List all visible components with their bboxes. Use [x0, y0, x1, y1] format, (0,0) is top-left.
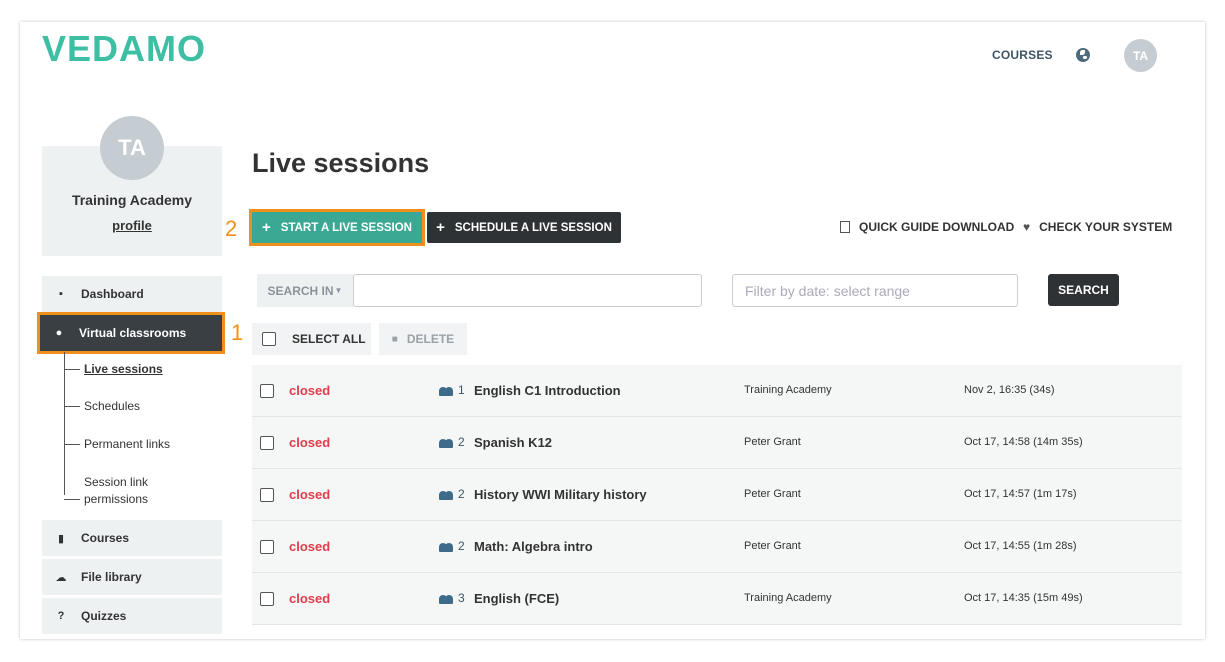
session-name[interactable]: History WWI Military history — [474, 487, 647, 502]
sidebar-item-label: Courses — [81, 531, 130, 545]
globe-icon[interactable] — [1076, 48, 1090, 62]
status-badge: closed — [289, 539, 331, 554]
session-owner: Training Academy — [744, 592, 832, 604]
step-callout-1: 1 — [231, 320, 244, 345]
table-row[interactable]: closed 2 History WWI Military history Pe… — [252, 469, 1182, 521]
sidebar-item-quizzes[interactable]: ? Quizzes — [42, 598, 222, 634]
date-range-input[interactable]: Filter by date: select range — [732, 274, 1018, 307]
sidebar-item-label: Virtual classrooms — [79, 326, 187, 340]
user-avatar[interactable]: TA — [1124, 39, 1157, 72]
start-live-session-button[interactable]: + START A LIVE SESSION — [249, 209, 425, 246]
participant-count: 1 — [458, 383, 465, 397]
sidebar-item-file-library[interactable]: ☁ File library — [42, 559, 222, 595]
users-icon — [439, 489, 454, 500]
session-name[interactable]: Spanish K12 — [474, 435, 552, 450]
session-owner: Training Academy — [744, 384, 832, 396]
subnav-session-link-permissions[interactable]: Session link permissions — [64, 474, 164, 508]
sidebar-item-label: Dashboard — [81, 287, 144, 301]
users-icon — [439, 437, 454, 448]
delete-button[interactable]: ■ DELETE — [379, 323, 467, 355]
row-checkbox[interactable] — [260, 488, 274, 502]
step-callout-2: 2 — [225, 216, 238, 241]
subnav-permanent-links[interactable]: Permanent links — [64, 437, 170, 451]
organization-name: Training Academy — [71, 192, 193, 208]
row-checkbox[interactable] — [260, 592, 274, 606]
session-name[interactable]: English C1 Introduction — [474, 383, 621, 398]
status-badge: closed — [289, 435, 331, 450]
plus-icon: + — [436, 219, 445, 236]
search-button[interactable]: SEARCH — [1048, 274, 1119, 306]
session-date: Oct 17, 14:55 (1m 28s) — [964, 540, 1077, 552]
page-title: Live sessions — [252, 148, 430, 178]
session-name[interactable]: English (FCE) — [474, 591, 559, 606]
subnav-schedules[interactable]: Schedules — [64, 399, 140, 413]
session-date: Oct 17, 14:58 (14m 35s) — [964, 436, 1083, 448]
table-row[interactable]: closed 2 Spanish K12 Peter Grant Oct 17,… — [252, 417, 1182, 469]
quick-guide-download-link[interactable]: QUICK GUIDE DOWNLOAD — [840, 220, 1014, 234]
row-checkbox[interactable] — [260, 384, 274, 398]
participant-count: 3 — [458, 591, 465, 605]
heartbeat-icon: ♥ — [1023, 220, 1031, 234]
table-row[interactable]: closed 1 English C1 Introduction Trainin… — [252, 365, 1182, 417]
caret-down-icon: ▼ — [334, 286, 343, 295]
participant-count: 2 — [458, 487, 465, 501]
subnav-live-sessions[interactable]: Live sessions — [64, 362, 163, 376]
users-icon — [439, 385, 454, 396]
sidebar-item-label: File library — [81, 570, 142, 584]
session-owner: Peter Grant — [744, 488, 801, 500]
session-owner: Peter Grant — [744, 436, 801, 448]
sidebar-item-virtual-classrooms[interactable]: ● Virtual classrooms — [37, 312, 225, 354]
session-date: Oct 17, 14:57 (1m 17s) — [964, 488, 1077, 500]
check-system-link[interactable]: ♥ CHECK YOUR SYSTEM — [1023, 220, 1172, 234]
search-in-dropdown[interactable]: SEARCH IN ▼ — [257, 274, 353, 307]
participant-count: 2 — [458, 539, 465, 553]
sidebar-item-courses[interactable]: ▮ Courses — [42, 520, 222, 556]
row-checkbox[interactable] — [260, 436, 274, 450]
app-frame: VEDAMO COURSES TA TA Training Academy pr… — [20, 22, 1205, 639]
search-input[interactable] — [353, 274, 702, 307]
sessions-table: closed 1 English C1 Introduction Trainin… — [252, 365, 1182, 625]
status-badge: closed — [289, 487, 331, 502]
select-all-checkbox[interactable] — [262, 332, 276, 346]
sidebar-item-dashboard[interactable]: ▪ Dashboard — [42, 276, 222, 312]
table-row[interactable]: closed 2 Math: Algebra intro Peter Grant… — [252, 521, 1182, 573]
sidebar-item-label: Quizzes — [81, 609, 127, 623]
session-owner: Peter Grant — [744, 540, 801, 552]
status-badge: closed — [289, 591, 331, 606]
row-checkbox[interactable] — [260, 540, 274, 554]
profile-avatar: TA — [100, 116, 164, 180]
status-badge: closed — [289, 383, 331, 398]
profile-link[interactable]: profile — [42, 218, 222, 233]
table-row[interactable]: closed 3 English (FCE) Training Academy … — [252, 573, 1182, 625]
cloud-upload-icon: ☁ — [55, 571, 67, 584]
vedamo-logo[interactable]: VEDAMO — [42, 28, 206, 70]
book-icon: ▮ — [57, 532, 65, 545]
question-circle-icon: ? — [57, 610, 65, 622]
users-icon — [439, 593, 454, 604]
select-all-button[interactable]: SELECT ALL — [252, 323, 371, 355]
users-icon — [439, 541, 454, 552]
trash-icon: ■ — [391, 333, 398, 345]
grid-icon: ▪ — [59, 288, 63, 300]
participant-count: 2 — [458, 435, 465, 449]
session-date: Nov 2, 16:35 (34s) — [964, 384, 1055, 396]
pdf-icon — [840, 221, 850, 233]
schedule-live-session-button[interactable]: + SCHEDULE A LIVE SESSION — [427, 212, 621, 243]
plus-icon: + — [262, 219, 271, 236]
session-date: Oct 17, 14:35 (15m 49s) — [964, 592, 1083, 604]
play-circle-icon: ● — [55, 327, 63, 339]
session-name[interactable]: Math: Algebra intro — [474, 539, 593, 554]
nav-courses-link[interactable]: COURSES — [992, 48, 1053, 62]
